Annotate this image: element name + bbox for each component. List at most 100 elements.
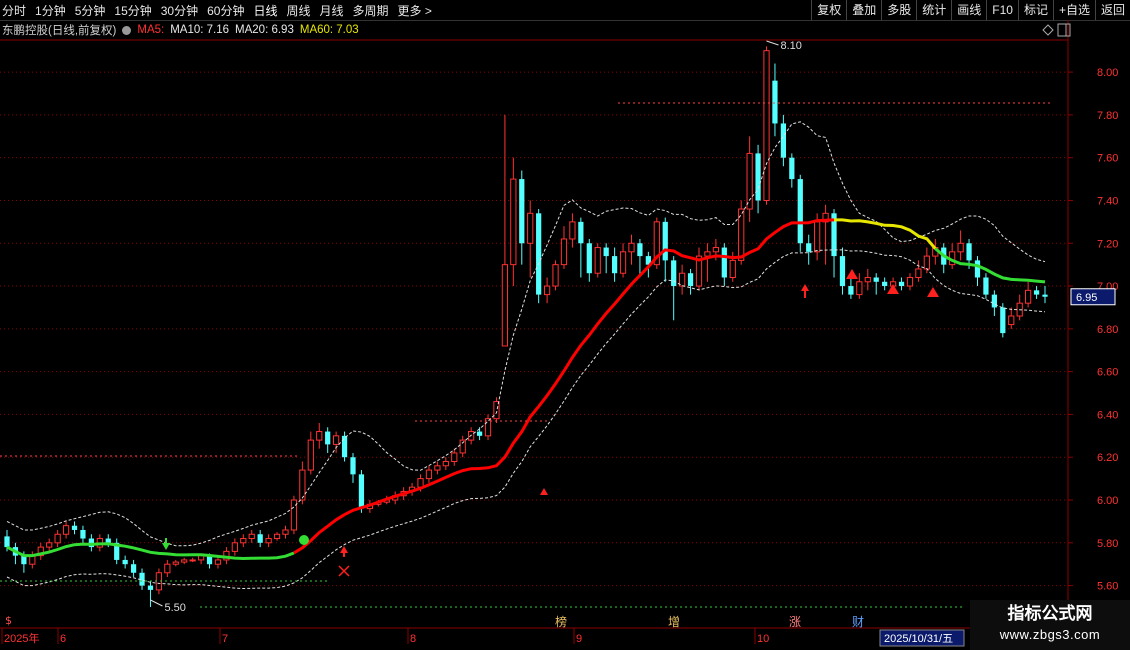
candle-body <box>62 525 70 535</box>
candle-body <box>71 525 78 530</box>
candle-body <box>586 243 592 274</box>
x-tick-label: 7 <box>222 633 228 645</box>
watermark-title: 指标公式网 <box>1007 604 1093 623</box>
candle-body <box>569 221 576 240</box>
event-marker: 涨 <box>789 614 801 629</box>
y-tick-label: 6.20 <box>1097 452 1118 464</box>
candle-body <box>341 435 348 458</box>
candle-body <box>257 534 263 543</box>
high-label: 8.10 <box>781 40 802 52</box>
candle-body <box>611 256 618 274</box>
candle-body <box>307 439 314 471</box>
candle-body <box>991 294 997 308</box>
y-tick-label: 6.80 <box>1097 324 1118 336</box>
candle-body <box>560 238 568 266</box>
high-pointer <box>766 40 779 46</box>
buy-triangle-icon <box>846 269 858 279</box>
candle-body <box>864 276 871 283</box>
candle-body <box>772 80 778 124</box>
candle-body <box>130 564 137 573</box>
diamond-icon <box>1042 24 1054 36</box>
candle-body <box>181 559 188 563</box>
low-pointer <box>150 599 163 607</box>
date-tag-label: 2025/10/31/五 <box>884 633 953 645</box>
candle-body <box>1025 289 1032 304</box>
candle-body <box>231 542 238 552</box>
candle-body <box>974 260 981 278</box>
candle-body <box>957 242 964 253</box>
candle-body <box>755 153 761 201</box>
candle-body <box>442 461 449 467</box>
candle-body <box>333 435 340 445</box>
candle-body <box>350 457 356 475</box>
candle-body <box>839 256 846 287</box>
candle-body <box>1033 290 1040 295</box>
candle-body <box>729 259 736 278</box>
candle-body <box>434 465 441 471</box>
candle-body <box>603 247 609 257</box>
candle-body <box>687 273 694 287</box>
candle-body <box>147 585 154 590</box>
event-marker: 榜 <box>555 614 567 629</box>
up-arrow-icon <box>540 488 548 495</box>
event-marker: 增 <box>668 615 680 629</box>
watermark-url: www.zbgs3.com <box>999 627 1101 642</box>
x-tick-label: 9 <box>576 633 582 645</box>
candle-body <box>122 559 128 565</box>
green-dot-icon <box>299 535 309 545</box>
candle-body <box>510 178 517 266</box>
candle-body <box>856 281 863 296</box>
candle-body <box>459 439 466 454</box>
candle-body <box>164 563 171 574</box>
candle-body <box>4 536 10 548</box>
candle-body <box>662 221 668 261</box>
low-label: 5.50 <box>164 602 185 614</box>
candle-body <box>619 251 627 274</box>
candle-body <box>282 529 289 535</box>
candle-body <box>536 213 542 295</box>
candle-body <box>789 157 795 180</box>
candle-body <box>1042 294 1048 297</box>
candle-body <box>325 431 331 445</box>
candle-body <box>628 242 635 253</box>
y-tick-label: 6.40 <box>1097 409 1118 421</box>
candle-body <box>214 559 222 565</box>
candle-body <box>848 286 854 295</box>
current-price-label: 6.95 <box>1076 292 1097 304</box>
candle-body <box>1000 307 1006 334</box>
y-tick-label: 5.80 <box>1097 538 1118 550</box>
x-tick-label: 10 <box>757 633 769 645</box>
trend-line-red <box>293 218 835 555</box>
candle-body <box>248 533 255 540</box>
candle-body <box>906 276 914 287</box>
cross-icon <box>338 565 350 577</box>
candle-body <box>763 50 770 201</box>
watermark: 指标公式网 www.zbgs3.com <box>970 600 1130 650</box>
upper-band-line <box>6 121 1046 547</box>
candle-body <box>797 179 803 244</box>
candle-body <box>273 533 281 540</box>
candle-body <box>966 243 972 261</box>
candle-body <box>425 469 433 480</box>
candle-body <box>105 538 111 543</box>
candle-body <box>873 277 879 282</box>
candle-body <box>417 478 424 488</box>
candlestick-chart[interactable]: 8.007.807.607.407.207.006.806.606.406.20… <box>0 0 1130 650</box>
candle-body <box>240 538 247 544</box>
y-tick-label: 6.60 <box>1097 367 1118 379</box>
lower-band-line <box>6 249 1046 590</box>
candle-body <box>316 431 323 441</box>
candle-body <box>519 179 525 244</box>
y-tick-label: 6.00 <box>1097 495 1118 507</box>
candle-body <box>527 212 534 244</box>
candle-body <box>451 452 458 463</box>
event-marker: 财 <box>852 615 864 629</box>
candle-body <box>806 243 812 252</box>
candle-body <box>476 431 483 436</box>
candle-body <box>712 247 719 253</box>
candle-body <box>54 533 61 544</box>
trend-line-yellow <box>834 218 937 250</box>
candle-body <box>358 474 365 509</box>
x-tick-label: 8 <box>410 633 416 645</box>
candle-body <box>882 281 888 287</box>
